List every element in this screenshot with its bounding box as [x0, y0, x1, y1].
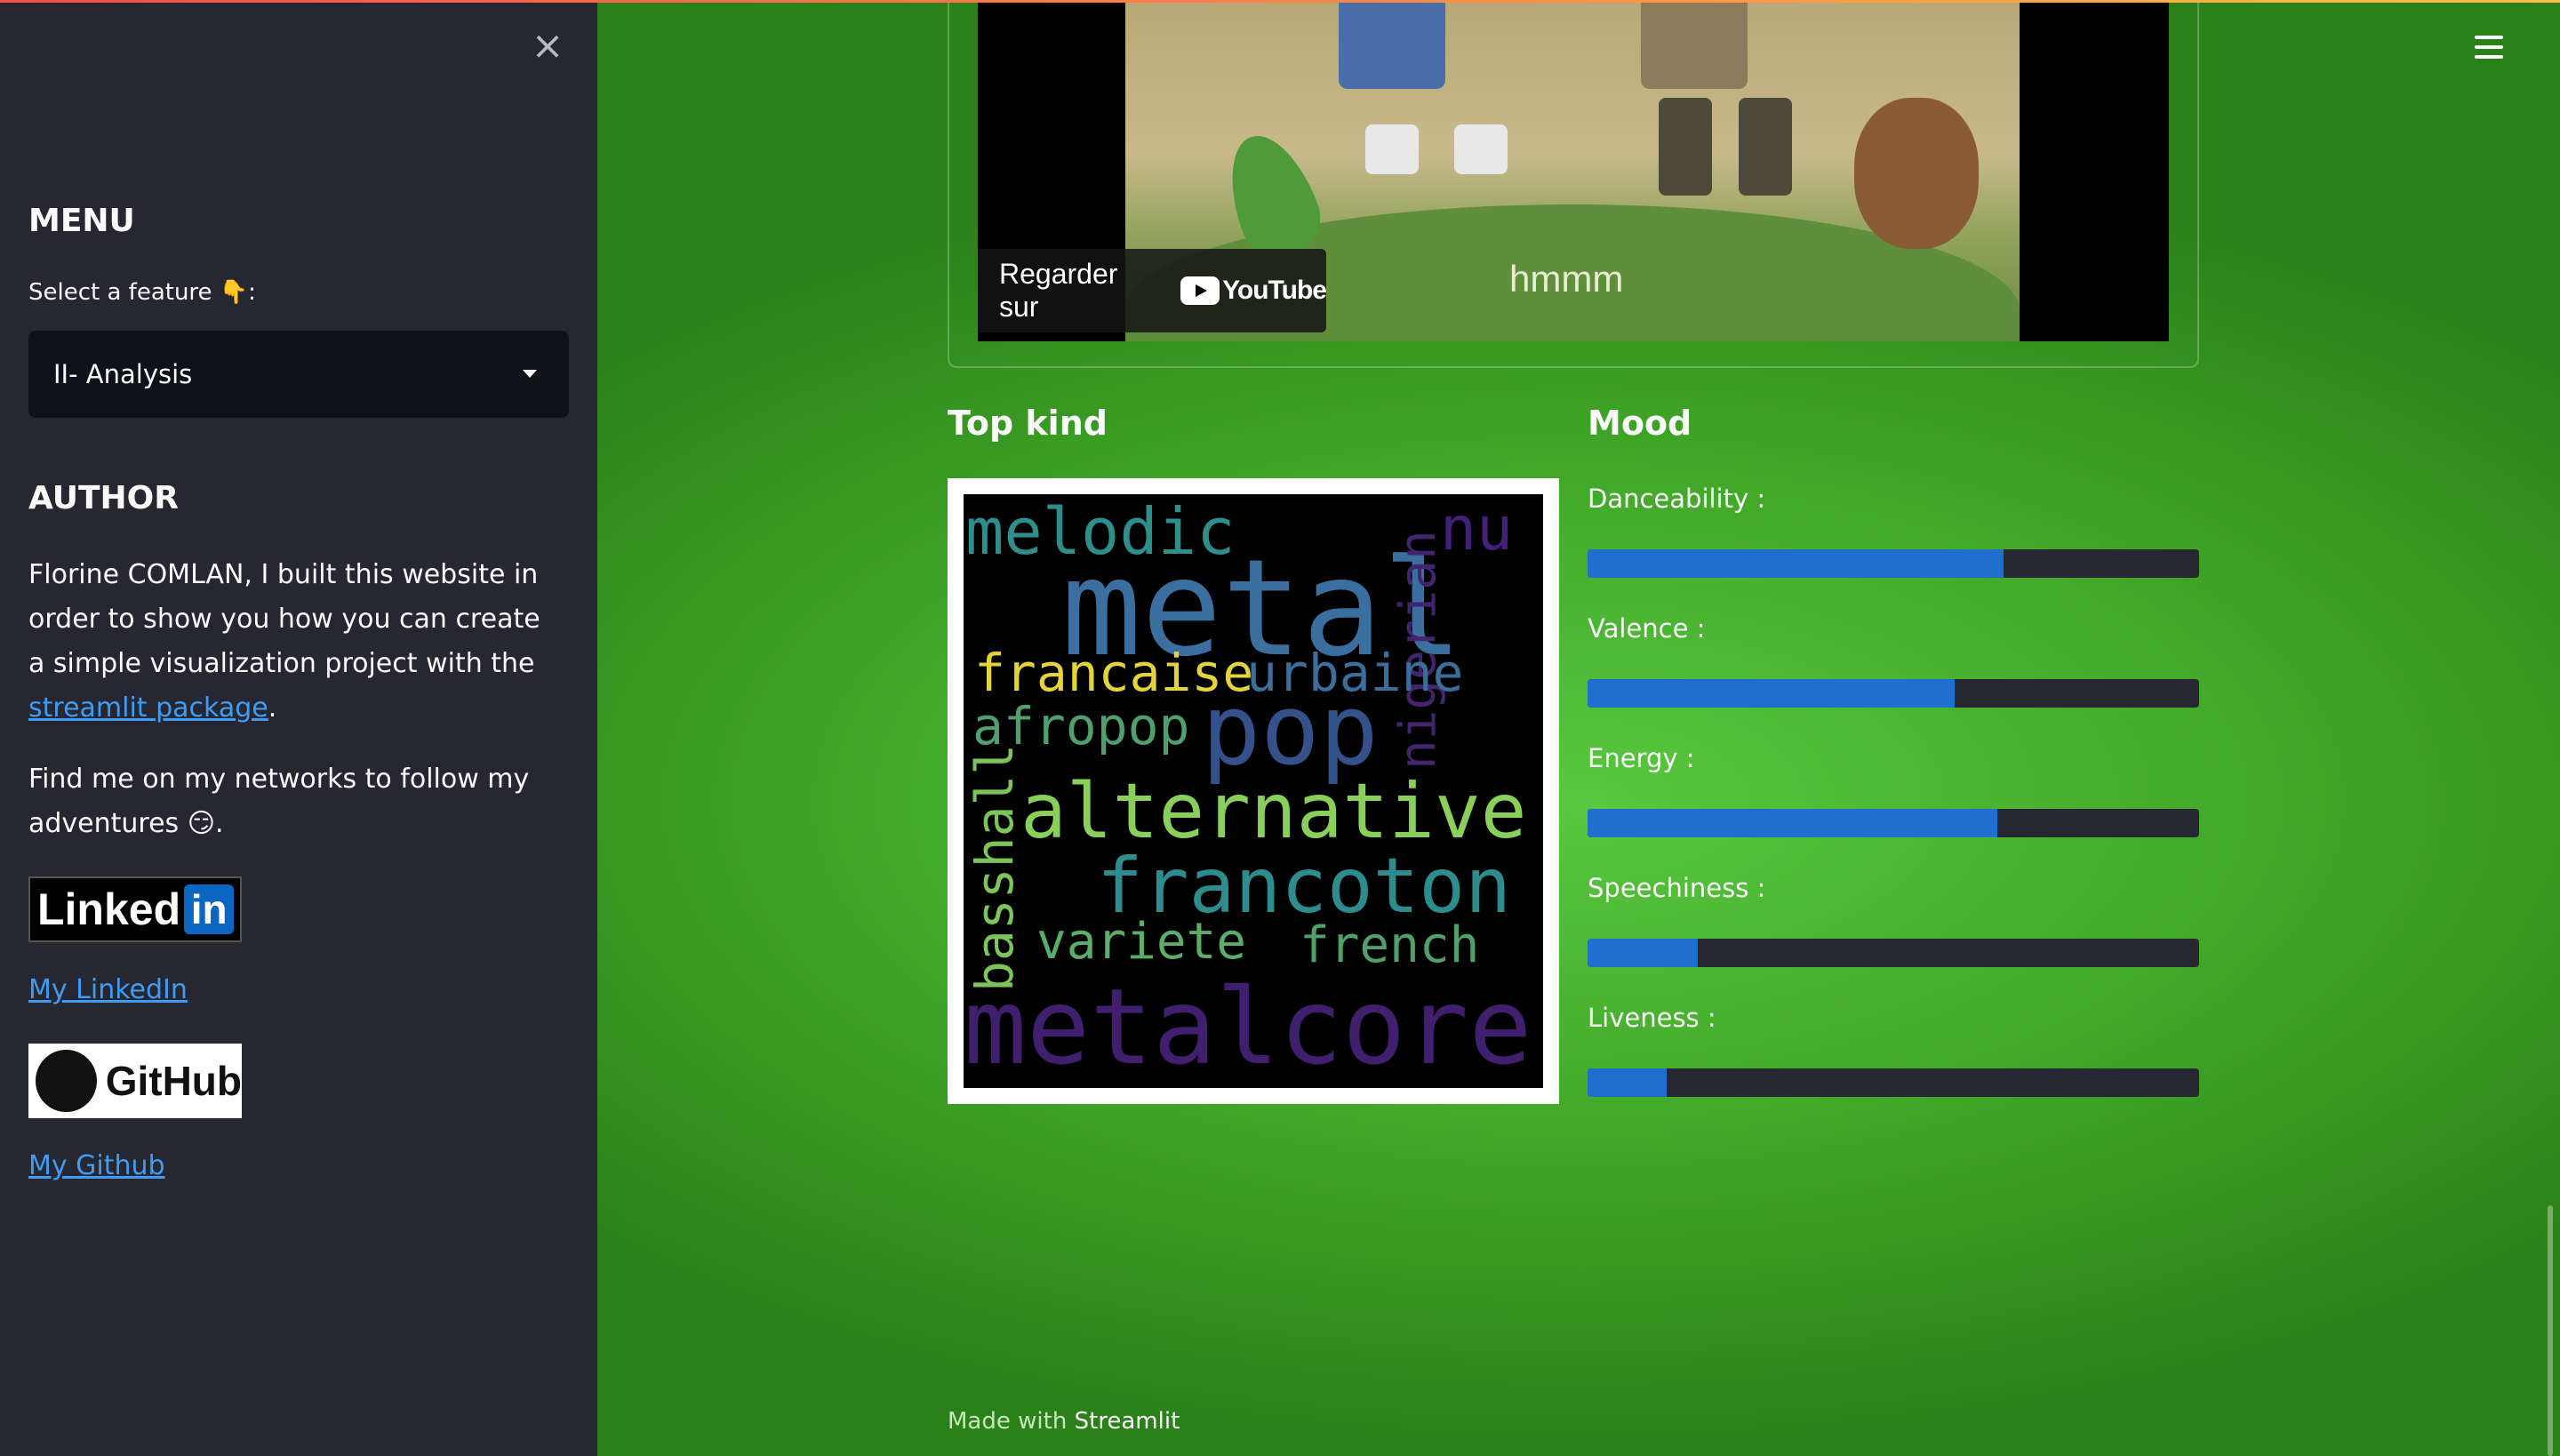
progress-bar [1588, 939, 2199, 967]
feature-select-value: II- Analysis [53, 359, 193, 389]
thumbnail-caption: hmmm [1509, 258, 1624, 300]
mood-label: Liveness : [1588, 1003, 1716, 1033]
youtube-play-icon [1180, 276, 1220, 305]
thumbnail-shoe-right [1454, 124, 1508, 174]
wordcloud-word: french [1300, 916, 1480, 974]
linkedin-icon: in [184, 884, 235, 934]
mood-title: Mood [1588, 404, 1692, 443]
wordcloud-word: alternative [1020, 767, 1527, 856]
thumbnail-teddy-bear [1854, 98, 1979, 249]
wordcloud-word: metalcore [964, 965, 1532, 1088]
youtube-video[interactable]: hmmm Regarder sur YouTube [978, 0, 2169, 341]
networks-text: Find me on my networks to follow my adve… [28, 764, 530, 839]
my-github-link[interactable]: My Github [28, 1150, 165, 1181]
mood-label: Speechiness : [1588, 873, 1766, 903]
thumbnail-kid-left [1339, 0, 1445, 89]
author-heading: AUTHOR [28, 480, 179, 516]
sidebar: × MENU Select a feature 👇: II- Analysis … [0, 0, 597, 1456]
mood-label: Valence : [1588, 613, 1706, 644]
github-badge-word: GitHub [105, 1058, 242, 1104]
wordcloud-word: basshall [964, 743, 1025, 992]
menu-heading: MENU [28, 203, 135, 239]
hamburger-icon[interactable] [2475, 36, 2503, 65]
thumbnail-boot-right [1739, 98, 1792, 196]
author-text-end: . [268, 692, 277, 724]
wordcloud-word: variete [1036, 913, 1247, 971]
my-linkedin-link[interactable]: My LinkedIn [28, 974, 188, 1005]
close-icon[interactable]: × [528, 27, 567, 66]
wordcloud-frame: melodic nu metal nigerian francaise urba… [948, 478, 1559, 1104]
progress-bar [1588, 549, 2199, 578]
top-kind-title: Top kind [948, 404, 1108, 443]
footer-made-with: Made with [948, 1408, 1068, 1435]
streamlit-package-link[interactable]: streamlit package [28, 692, 268, 724]
progress-bar-fill [1588, 549, 2004, 578]
select-feature-label: Select a feature 👇: [28, 279, 256, 306]
thumbnail-boot-left [1659, 98, 1712, 196]
wordcloud: melodic nu metal nigerian francaise urba… [964, 494, 1543, 1088]
youtube-wordmark: YouTube [1222, 276, 1327, 305]
streamlit-link[interactable]: Streamlit [1075, 1408, 1180, 1435]
top-accent-line [0, 0, 2560, 3]
progress-bar [1588, 809, 2199, 837]
chevron-down-icon [523, 370, 537, 378]
progress-bar-fill [1588, 939, 1698, 967]
linkedin-badge[interactable]: Linked in [28, 876, 242, 942]
progress-bar-fill [1588, 679, 1955, 708]
progress-bar [1588, 1068, 2199, 1097]
youtube-logo: YouTube [1180, 276, 1327, 306]
progress-bar-fill [1588, 809, 1997, 837]
progress-bar-fill [1588, 1068, 1668, 1097]
author-description: Florine COMLAN, I built this website in … [28, 553, 562, 731]
thumbnail-shoe-left [1365, 124, 1419, 174]
scrollbar[interactable] [2548, 1205, 2553, 1456]
thumbnail-kid-right [1641, 0, 1748, 89]
feature-select[interactable]: II- Analysis [28, 331, 569, 418]
footer: Made with Streamlit [948, 1408, 1180, 1435]
mood-label: Energy : [1588, 743, 1695, 773]
watch-on-label: Regarder sur [999, 258, 1118, 323]
github-icon [36, 1050, 97, 1112]
linkedin-badge-word: Linked [37, 884, 181, 934]
author-text: Florine COMLAN, I built this website in … [28, 559, 540, 679]
wordcloud-word: pop [1202, 673, 1379, 787]
progress-bar [1588, 679, 2199, 708]
mood-label: Danceability : [1588, 484, 1766, 514]
github-badge[interactable]: GitHub [28, 1044, 242, 1118]
watch-on-youtube-button[interactable]: Regarder sur YouTube [978, 249, 1327, 332]
